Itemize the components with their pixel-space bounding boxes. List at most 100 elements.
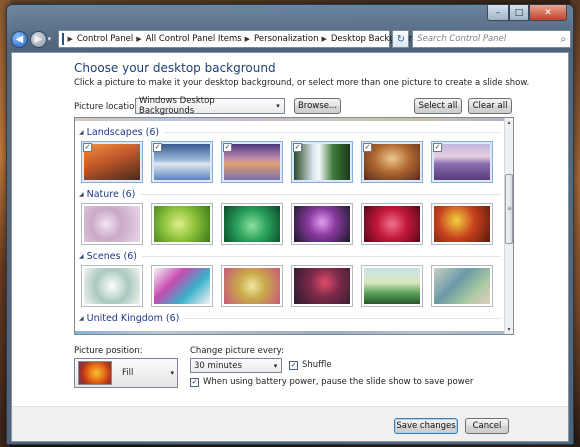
search-input[interactable]: Search Control Panel ⌕ [412,30,571,48]
thumbnail[interactable] [431,203,493,245]
breadcrumb-separator-icon[interactable]: ▶ [322,35,327,43]
battery-pause-checkbox[interactable]: ✓ [190,378,199,387]
group-header-nature[interactable]: ◢ Nature (6) [79,189,501,200]
close-button[interactable]: ✕ [529,5,567,21]
shuffle-label[interactable]: Shuffle [302,360,332,370]
collapse-icon[interactable]: ◢ [79,315,84,322]
picture-location-value: Windows Desktop Backgrounds [139,96,215,116]
select-all-button[interactable]: Select all [414,98,462,114]
nature-image [364,206,420,242]
scene-image [84,268,140,304]
change-interval-value: 30 minutes [194,360,242,371]
group-divider [140,194,501,195]
group-header-landscapes[interactable]: ◢ Landscapes (6) [79,127,501,138]
change-interval-select[interactable]: 30 minutes ▾ [190,358,282,373]
clear-all-button[interactable]: Clear all [468,98,512,114]
thumbnail-checkbox[interactable]: ✓ [363,143,372,152]
thumbnail[interactable]: ✓ [361,141,423,183]
landscape-image [294,144,350,180]
thumbnail-checkbox[interactable]: ✓ [433,143,442,152]
search-icon[interactable]: ⌕ [560,34,566,45]
thumbnail[interactable] [431,265,493,307]
group-divider [184,318,501,319]
picture-gallery[interactable]: ◢ Landscapes (6) ✓ ✓ ✓ ✓ ✓ ✓ ◢ Nature (6… [74,117,514,335]
collapse-icon[interactable]: ◢ [79,129,84,136]
scene-image [224,268,280,304]
content-pane: Choose your desktop background Click a p… [11,52,569,442]
breadcrumb-personalization[interactable]: Personalization [254,34,318,44]
thumbnail[interactable] [361,203,423,245]
group-divider [142,256,501,257]
scroll-down-icon[interactable]: ▾ [505,325,513,334]
breadcrumb-separator-icon[interactable]: ▶ [245,35,250,43]
breadcrumb-all-items[interactable]: All Control Panel Items [146,34,242,44]
thumbnail[interactable] [221,265,283,307]
thumbnail[interactable] [81,265,143,307]
battery-pause-label[interactable]: When using battery power, pause the slid… [203,377,473,387]
breadcrumb-control-panel[interactable]: Control Panel [77,34,133,44]
control-panel-window: – □ ✕ ◀ ▶ ▾ ▶ Control Panel ▶ All Contro… [6,4,574,445]
save-changes-button[interactable]: Save changes [394,418,458,434]
collapse-icon[interactable]: ◢ [79,191,84,198]
thumbnail[interactable] [151,203,213,245]
minimize-button[interactable]: – [487,5,509,21]
thumbnail-checkbox[interactable]: ✓ [153,143,162,152]
scene-image [434,268,490,304]
chevron-down-icon: ▾ [273,361,278,370]
scene-image [364,268,420,304]
thumbnail-row-scenes [81,265,493,307]
thumbnail-row-landscapes: ✓ ✓ ✓ ✓ ✓ ✓ [81,141,493,183]
thumbnail-checkbox[interactable]: ✓ [83,143,92,152]
thumbnail[interactable] [221,203,283,245]
thumbnail[interactable] [291,265,353,307]
landscape-image [364,144,420,180]
picture-location-select[interactable]: Windows Desktop Backgrounds ▾ [135,96,285,116]
collapse-icon[interactable]: ◢ [79,253,84,260]
partial-thumbnail-strip [75,118,505,121]
address-bar[interactable]: ▶ Control Panel ▶ All Control Panel Item… [58,30,427,48]
picture-position-value: Fill [122,368,134,378]
thumbnail[interactable]: ✓ [81,141,143,183]
refresh-button[interactable]: ↻ [392,30,410,48]
cancel-button[interactable]: Cancel [465,418,509,434]
breadcrumb-separator-icon[interactable]: ▶ [67,35,72,43]
thumbnail[interactable]: ✓ [151,141,213,183]
gallery-scrollbar[interactable]: ▴ ≡ ▾ [504,118,513,334]
group-header-scenes[interactable]: ◢ Scenes (6) [79,251,501,262]
group-title: Nature (6) [86,189,136,200]
back-button[interactable]: ◀ [11,30,28,48]
change-interval-label: Change picture every: [190,346,284,356]
landscape-image [224,144,280,180]
chevron-down-icon: ▾ [276,102,280,110]
picture-location-label: Picture location: [74,102,143,112]
thumbnail[interactable]: ✓ [291,141,353,183]
group-header-united-kingdom[interactable]: ◢ United Kingdom (6) [79,313,501,324]
chevron-down-icon: ▾ [170,369,174,377]
thumbnail[interactable] [291,203,353,245]
group-title: Scenes (6) [86,251,138,262]
thumbnail-row-nature [81,203,493,245]
thumbnail-checkbox[interactable]: ✓ [293,143,302,152]
recent-pages-dropdown[interactable]: ▾ [48,35,56,43]
partial-thumbnail-strip [75,331,505,334]
page-title: Choose your desktop background [74,61,276,75]
thumbnail-checkbox[interactable]: ✓ [223,143,232,152]
browse-button[interactable]: Browse... [294,98,341,114]
control-panel-icon [62,33,65,45]
page-subtitle: Click a picture to make it your desktop … [74,78,530,88]
scroll-up-icon[interactable]: ▴ [505,118,513,127]
breadcrumb-separator-icon[interactable]: ▶ [136,35,141,43]
thumbnail[interactable]: ✓ [221,141,283,183]
scene-image [154,268,210,304]
shuffle-checkbox[interactable]: ✓ [289,361,298,370]
grip-icon: ≡ [507,205,513,212]
picture-position-select[interactable]: Fill ▾ [74,358,178,388]
thumbnail[interactable] [151,265,213,307]
forward-button[interactable]: ▶ [29,30,47,48]
picture-position-label: Picture position: [74,346,143,356]
thumbnail[interactable] [81,203,143,245]
thumbnail[interactable] [361,265,423,307]
thumbnail[interactable]: ✓ [431,141,493,183]
scrollbar-thumb[interactable]: ≡ [505,174,513,244]
maximize-button[interactable]: □ [509,5,529,21]
